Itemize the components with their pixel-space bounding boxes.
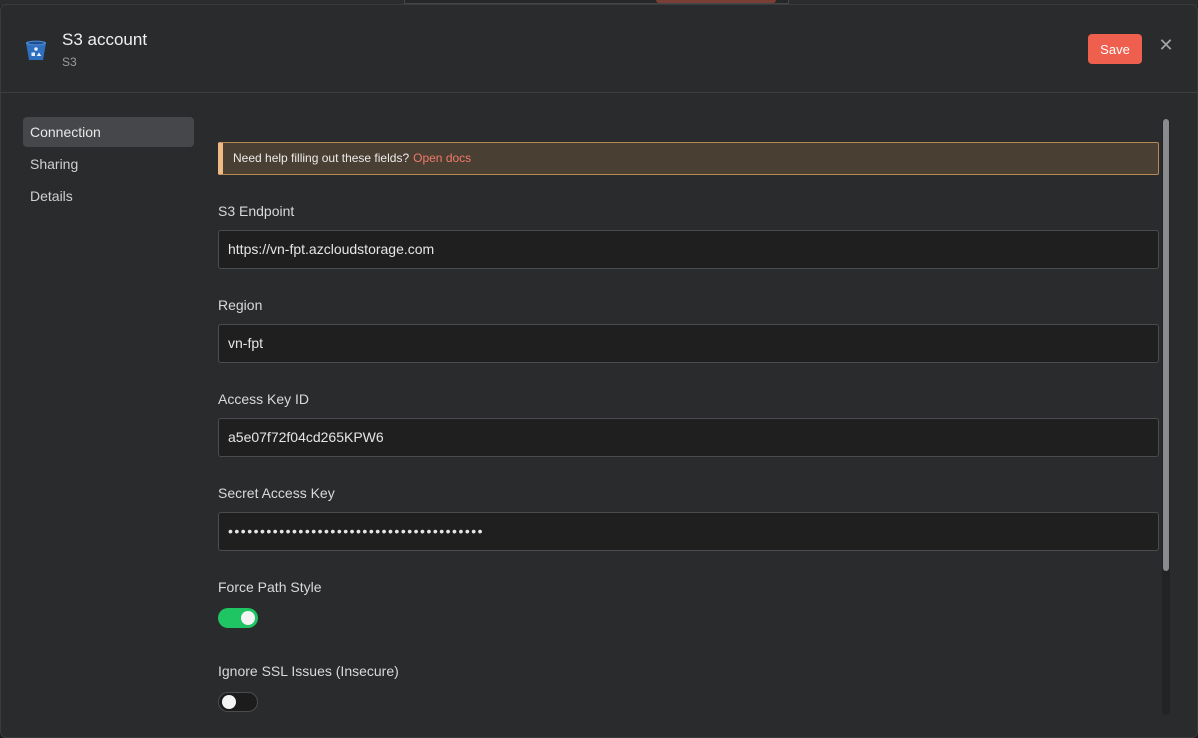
help-notice-text: Need help filling out these fields?	[233, 151, 410, 165]
endpoint-label: S3 Endpoint	[218, 203, 295, 219]
ignore-ssl-label: Ignore SSL Issues (Insecure)	[218, 663, 399, 679]
page-title: S3 account	[62, 30, 148, 49]
close-icon[interactable]: ✕	[1156, 35, 1176, 55]
access-key-id-label: Access Key ID	[218, 391, 310, 407]
page-subtitle: S3	[62, 55, 77, 69]
sidebar-item-sharing[interactable]: Sharing	[23, 149, 194, 179]
force-path-style-label: Force Path Style	[218, 579, 322, 595]
ignore-ssl-toggle[interactable]	[218, 692, 258, 712]
s3-bucket-icon	[26, 40, 46, 60]
background-fragment-button	[656, 0, 776, 3]
open-docs-link[interactable]: Open docs	[413, 151, 471, 165]
access-key-id-input[interactable]: a5e07f72f04cd265KPW6	[218, 418, 1159, 457]
toggle-knob	[222, 695, 236, 709]
region-label: Region	[218, 297, 263, 313]
force-path-style-toggle[interactable]	[218, 608, 258, 628]
credential-modal: S3 account S3 Save ✕ Connection Sharing …	[0, 4, 1198, 738]
save-button[interactable]: Save	[1088, 34, 1142, 64]
scrollbar-thumb[interactable]	[1163, 119, 1169, 571]
sidebar: Connection Sharing Details	[23, 117, 194, 213]
modal-header: S3 account S3 Save ✕	[1, 5, 1197, 93]
region-input[interactable]: vn-fpt	[218, 324, 1159, 363]
sidebar-item-connection[interactable]: Connection	[23, 117, 194, 147]
secret-access-key-input[interactable]: ••••••••••••••••••••••••••••••••••••••••	[218, 512, 1159, 551]
sidebar-item-details[interactable]: Details	[23, 181, 194, 211]
endpoint-input[interactable]: https://vn-fpt.azcloudstorage.com	[218, 230, 1159, 269]
scrollbar[interactable]	[1162, 119, 1170, 715]
help-notice: Need help filling out these fields? Open …	[218, 142, 1159, 175]
secret-access-key-label: Secret Access Key	[218, 485, 335, 501]
toggle-knob	[241, 611, 255, 625]
